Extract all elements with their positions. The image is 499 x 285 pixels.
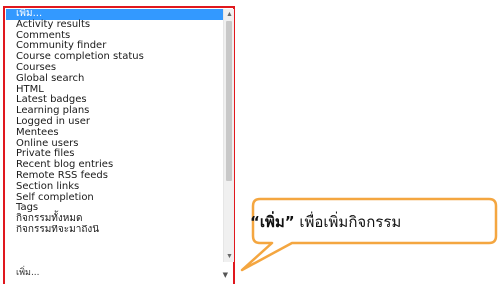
- add-block-select[interactable]: เพิ่ม... ▼: [6, 265, 232, 285]
- list-option[interactable]: Section links: [6, 181, 223, 193]
- list-option[interactable]: Mentees: [6, 127, 223, 139]
- chevron-down-icon: ▼: [222, 271, 228, 279]
- add-block-listbox[interactable]: เพิ่ม... Activity results Comments Communit…: [6, 9, 223, 261]
- scrollbar-thumb[interactable]: [226, 21, 232, 181]
- callout-description: เพื่อเพิ่มกิจกรรม: [294, 213, 402, 231]
- scroll-up-icon[interactable]: ▲: [224, 9, 235, 20]
- callout-label: “เพิ่ม” เพื่อเพิ่มกิจกรรม: [250, 207, 490, 237]
- scroll-down-icon[interactable]: ▼: [224, 251, 235, 262]
- callout-keyword: “เพิ่ม”: [250, 213, 295, 231]
- list-option[interactable]: กิจกรรมทั้งหมด: [6, 213, 223, 225]
- list-option[interactable]: Global search: [6, 73, 223, 85]
- block-select-frame: เพิ่ม... Activity results Comments Communit…: [3, 6, 235, 284]
- list-option[interactable]: Self completion: [6, 192, 223, 204]
- list-option[interactable]: กิจกรรมที่จะมาถึงนี้: [6, 225, 223, 236]
- listbox-scrollbar[interactable]: ▲ ▼: [223, 9, 234, 262]
- list-option[interactable]: Activity results: [6, 19, 223, 31]
- add-block-select-value: เพิ่ม...: [16, 268, 40, 278]
